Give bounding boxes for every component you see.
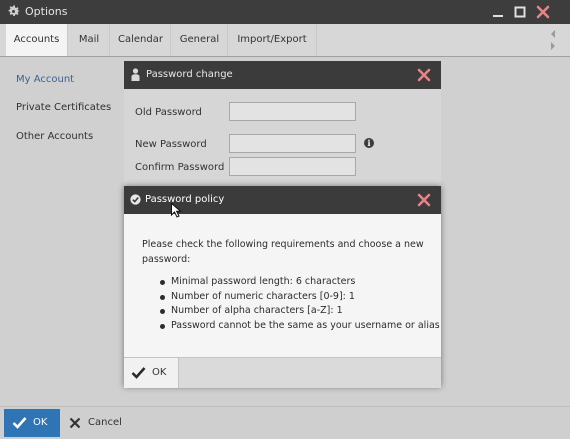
cancel-button-label: Cancel	[88, 417, 122, 428]
tab-calendar[interactable]: Calendar	[109, 24, 171, 56]
cancel-button[interactable]: Cancel	[66, 409, 128, 437]
list-item: Password cannot be the same as your user…	[160, 319, 440, 334]
password-change-dialog-header: Password change	[124, 61, 441, 89]
old-password-label: Old Password	[135, 107, 202, 118]
check-icon	[12, 417, 27, 429]
user-icon	[131, 68, 140, 81]
password-policy-dialog-title: Password policy	[145, 194, 225, 205]
close-icon[interactable]	[417, 68, 431, 82]
password-change-dialog-title: Password change	[146, 69, 233, 80]
tab-mail[interactable]: Mail	[67, 24, 110, 56]
confirm-password-field[interactable]	[229, 157, 356, 176]
policy-ok-button[interactable]: OK	[124, 358, 179, 388]
tab-scroll-arrows[interactable]	[549, 28, 557, 52]
window-title-bar: Options	[0, 0, 570, 24]
old-password-field[interactable]	[229, 102, 356, 121]
footer-bar: OK Cancel	[0, 406, 570, 439]
tab-accounts[interactable]: Accounts	[6, 24, 67, 56]
tab-general[interactable]: General	[170, 24, 228, 56]
confirm-password-label: Confirm Password	[135, 162, 225, 173]
info-icon[interactable]: i	[364, 138, 374, 148]
list-item: Number of numeric characters [0-9]: 1	[160, 290, 440, 305]
policy-intro-text: Please check the following requirements …	[142, 239, 424, 265]
ok-button-label: OK	[33, 417, 48, 428]
tab-bar: Accounts Mail Calendar General Import/Ex…	[0, 24, 570, 57]
minimize-icon[interactable]	[489, 3, 507, 21]
maximize-icon[interactable]	[511, 3, 529, 21]
list-item: Minimal password length: 6 characters	[160, 275, 440, 290]
close-icon[interactable]	[417, 193, 431, 207]
policy-dialog-footer: OK	[124, 357, 441, 388]
gear-icon	[8, 5, 20, 16]
policy-requirements-list: Minimal password length: 6 characters Nu…	[160, 275, 440, 333]
check-icon	[131, 367, 146, 379]
close-icon[interactable]	[534, 3, 552, 21]
new-password-label: New Password	[135, 139, 207, 150]
cancel-x-icon	[69, 417, 81, 429]
list-item: Number of alpha characters [a-Z]: 1	[160, 304, 440, 319]
password-change-dialog: Password change Old Password New Passwor…	[124, 61, 441, 186]
window-title: Options	[25, 5, 68, 18]
ok-button[interactable]: OK	[4, 409, 60, 437]
new-password-field[interactable]	[229, 134, 356, 153]
tab-import-export[interactable]: Import/Export	[227, 24, 317, 56]
check-circle-icon	[130, 194, 141, 205]
policy-ok-label: OK	[152, 367, 167, 378]
mouse-cursor-icon	[171, 203, 182, 218]
